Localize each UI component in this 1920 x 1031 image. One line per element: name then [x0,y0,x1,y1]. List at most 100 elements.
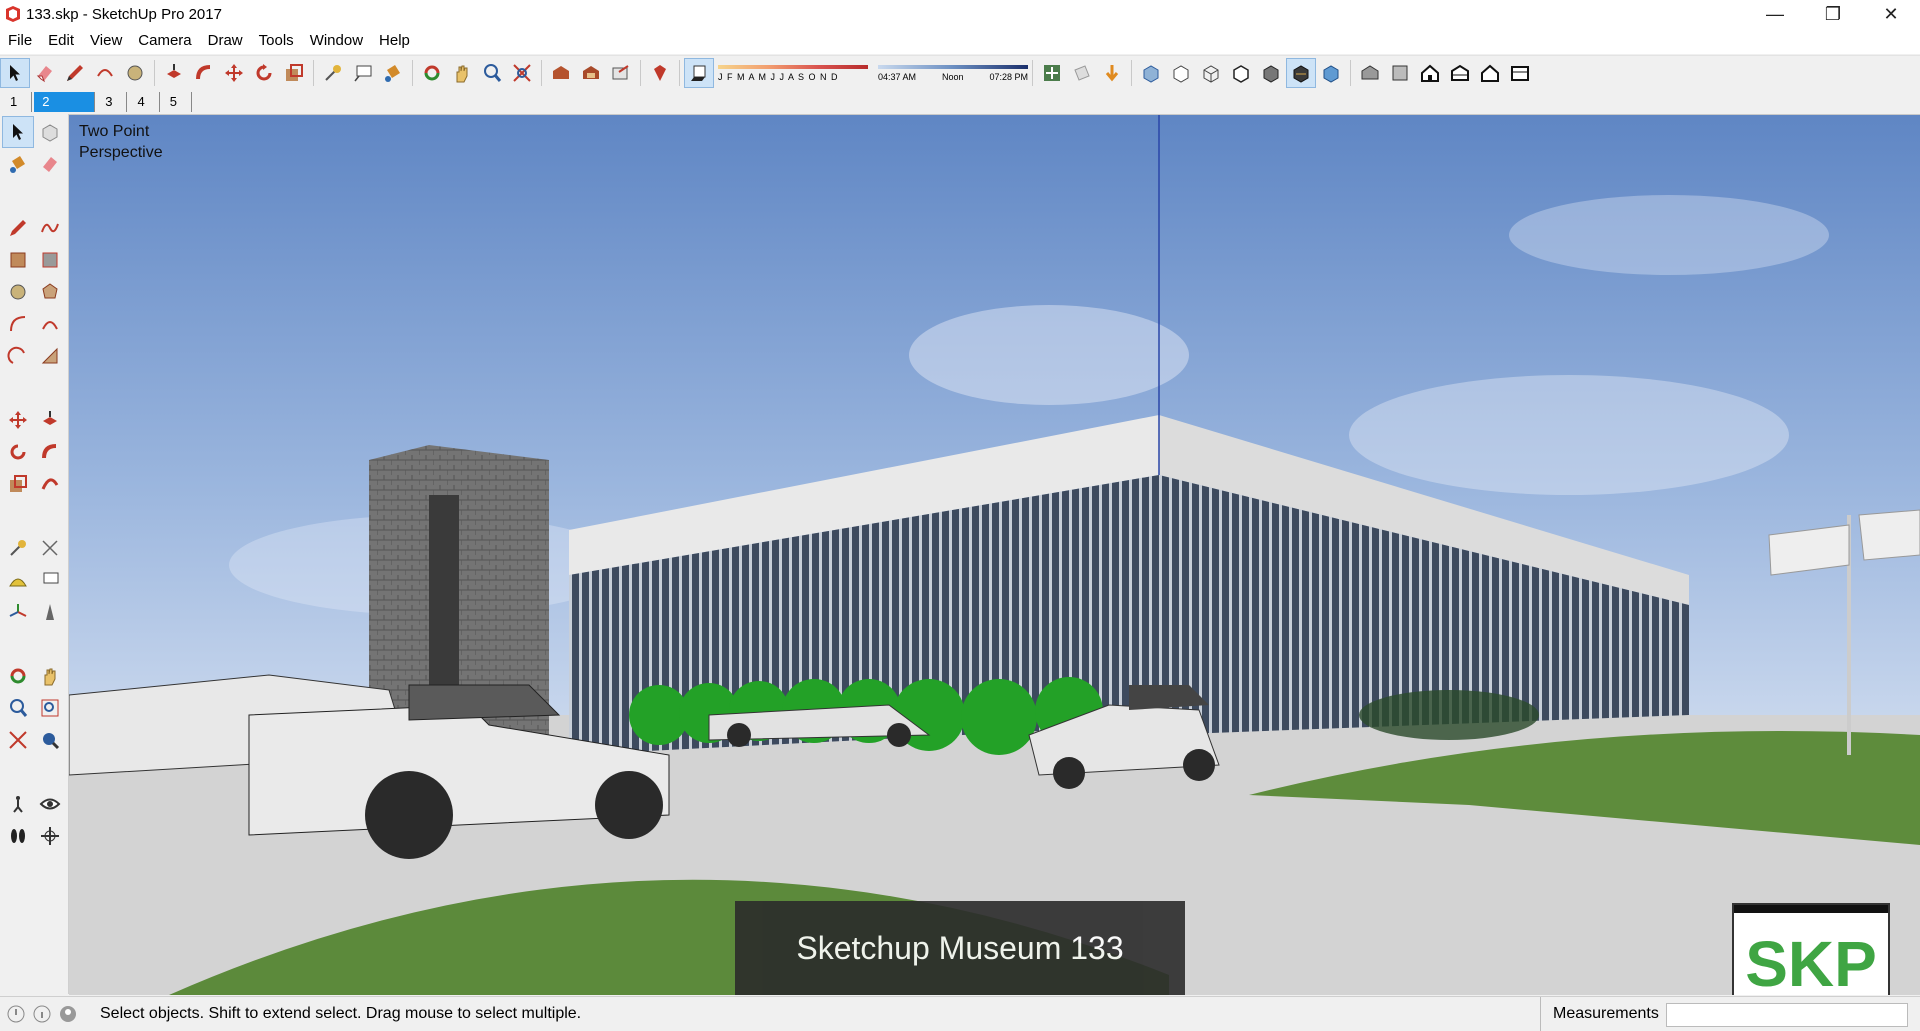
share-model-button[interactable] [576,58,606,88]
lt-component-button[interactable] [34,116,66,148]
lt-orbit-button[interactable] [2,660,34,692]
time-slider[interactable]: 04:37 AM Noon 07:28 PM [878,64,1028,82]
pushpull-tool-button[interactable] [159,58,189,88]
menu-file[interactable]: File [0,28,40,54]
lt-zoom-extents-button[interactable] [2,724,34,756]
style-monochrome-button[interactable] [1316,58,1346,88]
lt-two-point-arc-button[interactable] [34,308,66,340]
lt-walk-button[interactable] [2,820,34,852]
menu-help[interactable]: Help [371,28,418,54]
lt-offset-button[interactable] [34,468,66,500]
paint-tool-button[interactable] [378,58,408,88]
import-terrain-button[interactable] [1097,58,1127,88]
geolocation-icon[interactable] [6,1004,26,1024]
month-slider[interactable]: J F M A M J J A S O N D [718,64,868,82]
close-button[interactable]: ✕ [1862,0,1920,28]
style-shaded-button[interactable] [1256,58,1286,88]
lt-3dtext-button[interactable] [34,596,66,628]
menu-camera[interactable]: Camera [130,28,199,54]
followme-tool-button[interactable] [189,58,219,88]
restore-button[interactable]: ❐ [1804,0,1862,28]
add-location-button[interactable] [1037,58,1067,88]
view-left-button[interactable] [1505,58,1535,88]
rectangle-tool-button[interactable] [90,58,120,88]
lt-section-plane-button[interactable] [34,820,66,852]
lt-zoom-button[interactable] [2,692,34,724]
lt-scale-button[interactable] [2,468,34,500]
view-back-button[interactable] [1475,58,1505,88]
lt-circle-button[interactable] [2,276,34,308]
lt-select-button[interactable] [2,116,34,148]
lt-pan-button[interactable] [34,660,66,692]
tape-tool-button[interactable] [318,58,348,88]
lt-freehand-button[interactable] [34,212,66,244]
lt-rotate-button[interactable] [2,436,34,468]
lt-dimension-button[interactable] [34,532,66,564]
lt-pie-button[interactable] [34,340,66,372]
lt-rectangle-button[interactable] [2,244,34,276]
lt-three-point-arc-button[interactable] [2,340,34,372]
lt-arc-button[interactable] [2,308,34,340]
view-iso-button[interactable] [1355,58,1385,88]
view-front-button[interactable] [1415,58,1445,88]
lt-protractor-button[interactable] [2,564,34,596]
lt-line-button[interactable] [2,212,34,244]
lt-polygon-button[interactable] [34,276,66,308]
select-tool-button[interactable] [0,58,30,88]
scene-tab-1[interactable]: 1 [2,92,33,112]
lt-rotated-rectangle-button[interactable] [34,244,66,276]
measurements-input[interactable] [1666,1003,1908,1027]
orbit-icon [424,65,440,81]
model-viewport[interactable]: Two Point Perspective Sketchup Museum 13… [69,115,1920,995]
lt-position-camera-button[interactable] [2,788,34,820]
style-hiddenline-button[interactable] [1226,58,1256,88]
style-wireframe-button[interactable] [1196,58,1226,88]
lt-zoom-window-button[interactable] [34,692,66,724]
menu-view[interactable]: View [82,28,130,54]
scene-tab-5[interactable]: 5 [162,92,192,112]
scale-tool-button[interactable] [279,58,309,88]
menu-edit[interactable]: Edit [40,28,82,54]
lt-move-button[interactable] [2,404,34,436]
menu-window[interactable]: Window [302,28,371,54]
style-xray-button[interactable] [1136,58,1166,88]
lt-text-button[interactable] [34,564,66,596]
menu-draw[interactable]: Draw [200,28,251,54]
lt-tape-button[interactable] [2,532,34,564]
warehouse-button[interactable] [546,58,576,88]
scene-tabs: 1 2 3 4 5 [0,90,1920,115]
lt-paint-button[interactable] [2,148,34,180]
minimize-button[interactable]: — [1746,0,1804,28]
eraser-tool-button[interactable] [30,58,60,88]
view-right-button[interactable] [1445,58,1475,88]
lt-previous-view-button[interactable] [34,724,66,756]
scene-tab-4[interactable]: 4 [129,92,160,112]
move-tool-button[interactable] [219,58,249,88]
rotate-tool-button[interactable] [249,58,279,88]
lt-followme-button[interactable] [34,436,66,468]
style-backedges-button[interactable] [1166,58,1196,88]
scene-tab-3[interactable]: 3 [97,92,128,112]
display-shadows-button[interactable] [684,58,714,88]
lt-pushpull-button[interactable] [34,404,66,436]
pan-tool-button[interactable] [447,58,477,88]
tool-group-gap [2,500,66,508]
zoom-tool-button[interactable] [477,58,507,88]
view-top-button[interactable] [1385,58,1415,88]
photo-texture-button[interactable] [1067,58,1097,88]
scene-tab-2[interactable]: 2 [34,92,96,112]
zoom-extents-tool-button[interactable] [507,58,537,88]
menu-tools[interactable]: Tools [251,28,302,54]
layout-button[interactable] [606,58,636,88]
circle-tool-button[interactable] [120,58,150,88]
lt-eraser-button[interactable] [34,148,66,180]
text-tool-button[interactable] [348,58,378,88]
pencil-tool-button[interactable] [60,58,90,88]
user-account-icon[interactable] [58,1004,78,1024]
style-textures-button[interactable] [1286,58,1316,88]
orbit-tool-button[interactable] [417,58,447,88]
info-icon[interactable] [32,1004,52,1024]
lt-axes-button[interactable] [2,596,34,628]
extension-warehouse-button[interactable] [645,58,675,88]
lt-look-around-button[interactable] [34,788,66,820]
